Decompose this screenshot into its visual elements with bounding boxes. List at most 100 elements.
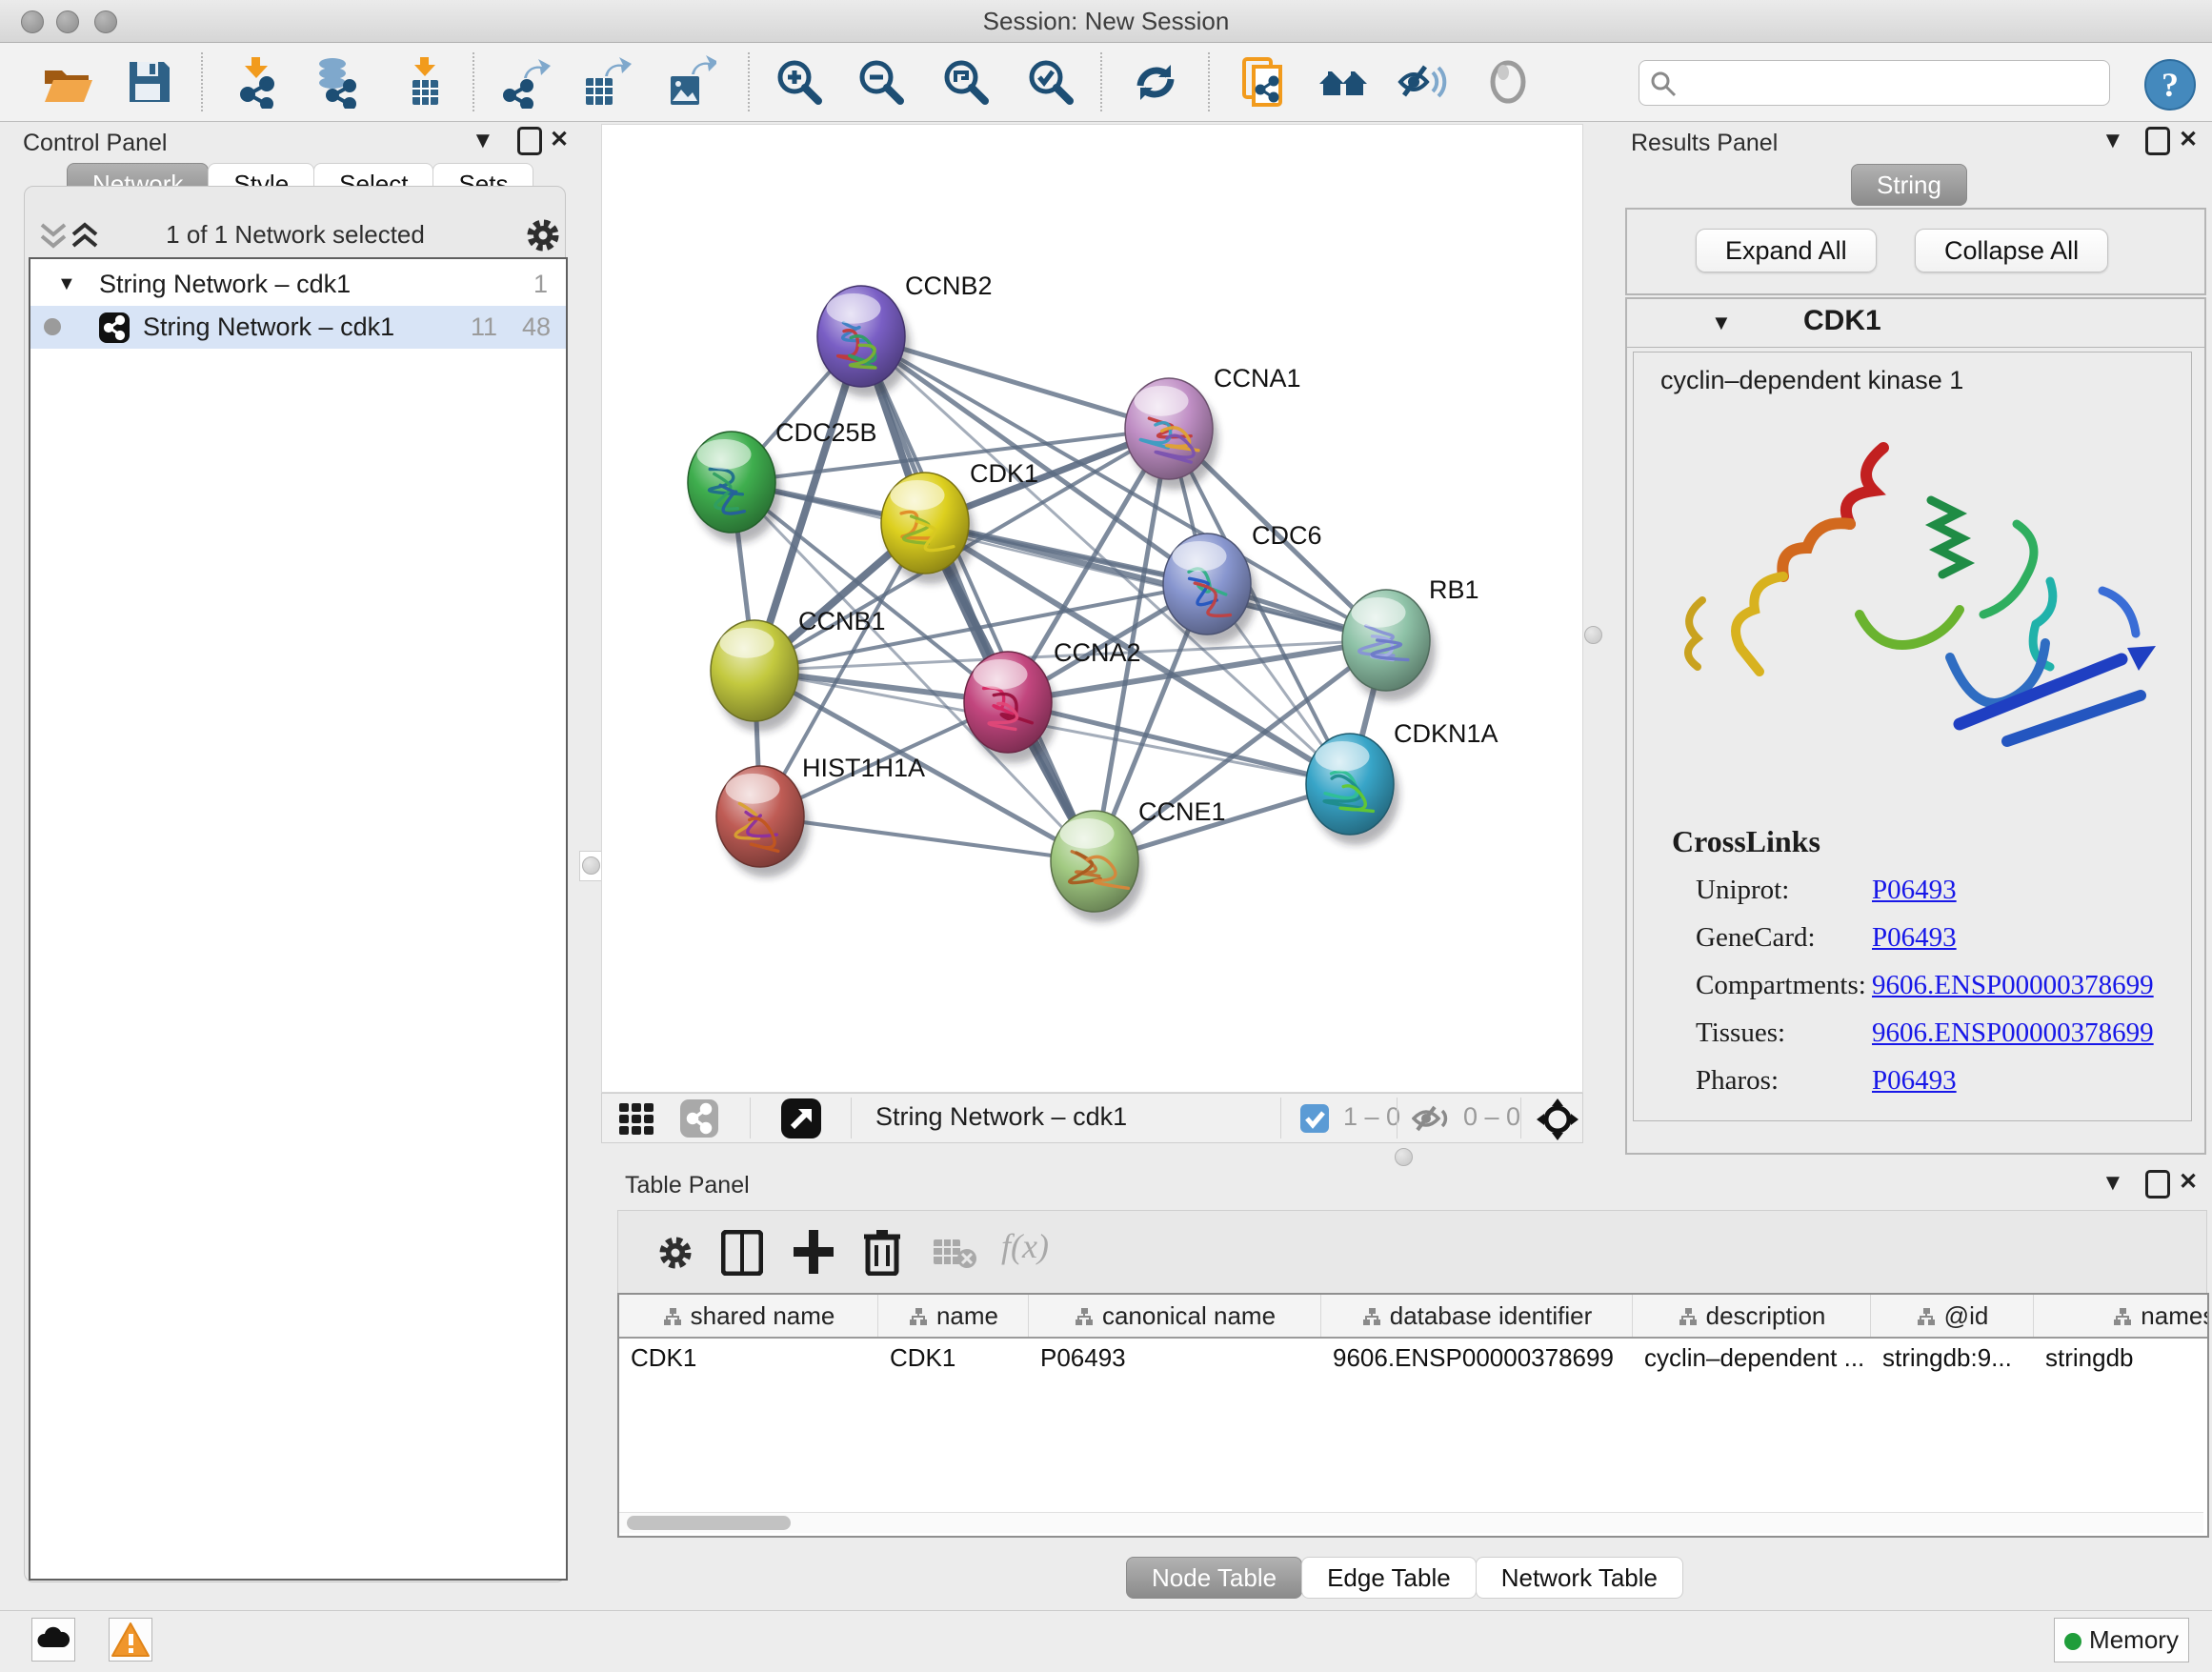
import-network-icon[interactable] <box>231 55 284 109</box>
column-header-description[interactable]: description <box>1633 1295 1871 1337</box>
table-cell[interactable]: cyclin–dependent ... <box>1633 1339 1871 1377</box>
tab-edge-table[interactable]: Edge Table <box>1301 1557 1477 1599</box>
table-cell[interactable]: CDK1 <box>619 1339 878 1377</box>
section-expander-icon[interactable]: ▼ <box>1711 311 1732 335</box>
delete-column-icon[interactable] <box>862 1228 902 1276</box>
zoom-fit-icon[interactable] <box>938 55 992 109</box>
warnings-button[interactable] <box>109 1618 152 1662</box>
expand-all-button[interactable]: Expand All <box>1696 229 1877 272</box>
birdseye-crosshair-icon[interactable] <box>1536 1098 1579 1141</box>
table-cell[interactable]: stringdb <box>2034 1339 2209 1377</box>
edge-CCNB2-CCNE1[interactable] <box>861 336 1095 861</box>
node-HIST1H1A[interactable] <box>716 766 810 877</box>
zoom-selected-icon[interactable] <box>1023 55 1076 109</box>
table-cell[interactable]: P06493 <box>1029 1339 1321 1377</box>
crosslink-link[interactable]: 9606.ENSP00000378699 <box>1872 970 2154 1001</box>
results-section-box: ▼ CDK1 cyclin–dependent kinase 1 <box>1625 297 2206 1155</box>
collapse-all-button[interactable]: Collapse All <box>1915 229 2108 272</box>
node-label-CCNB2: CCNB2 <box>905 272 993 300</box>
zoom-out-icon[interactable] <box>854 55 907 109</box>
tab-network-table[interactable]: Network Table <box>1476 1557 1683 1599</box>
gene-section-header[interactable]: ▼ CDK1 <box>1627 299 2204 348</box>
close-panel-icon[interactable]: ✕ <box>2179 126 2198 153</box>
network-list: ▼ String Network – cdk1 1 String Network… <box>29 257 568 1581</box>
refresh-icon[interactable] <box>1129 55 1182 109</box>
network-row-selected[interactable]: String Network – cdk1 11 48 <box>30 306 566 349</box>
node-CDC25B[interactable] <box>688 432 781 543</box>
node-CCNE1[interactable] <box>1051 811 1144 922</box>
hidden-eye-icon[interactable] <box>1412 1103 1452 1134</box>
float-panel-icon[interactable]: ▼ <box>2101 128 2124 154</box>
add-column-icon[interactable] <box>792 1228 835 1276</box>
network-collection-row[interactable]: ▼ String Network – cdk1 1 <box>30 263 566 306</box>
zoom-in-icon[interactable] <box>772 55 825 109</box>
crosslink-link[interactable]: P06493 <box>1872 875 1957 906</box>
float-panel-icon[interactable]: ▼ <box>472 128 494 154</box>
open-session-icon[interactable] <box>40 55 93 109</box>
table-hscrollbar[interactable] <box>619 1512 2203 1533</box>
hide-unhide-icon[interactable] <box>1397 55 1450 109</box>
import-table-icon[interactable] <box>398 55 452 109</box>
crosslink-link[interactable]: 9606.ENSP00000378699 <box>1872 1017 2154 1049</box>
selected-checkbox-icon[interactable] <box>1300 1104 1329 1133</box>
table-cell[interactable]: 9606.ENSP00000378699 <box>1321 1339 1633 1377</box>
expand-all-icon[interactable] <box>70 219 108 253</box>
help-icon[interactable]: ? <box>2143 58 2197 111</box>
close-panel-icon[interactable]: ✕ <box>2179 1168 2198 1196</box>
node-table[interactable]: shared namenamecanonical namedatabase id… <box>617 1293 2209 1538</box>
cloud-button[interactable] <box>31 1618 75 1662</box>
network-overview-icon[interactable] <box>680 1099 718 1138</box>
node-CCNA2[interactable] <box>964 652 1057 763</box>
gene-details: cyclin–dependent kinase 1 <box>1633 352 2192 1121</box>
edge-HIST1H1A-CCNE1[interactable] <box>760 816 1095 861</box>
crosslink-link[interactable]: P06493 <box>1872 922 1957 954</box>
maximize-panel-icon[interactable] <box>517 127 542 155</box>
close-panel-icon[interactable]: ✕ <box>550 126 569 153</box>
node-RB1[interactable] <box>1342 590 1436 701</box>
node-count: 11 <box>471 306 497 349</box>
export-table-icon[interactable] <box>578 55 632 109</box>
export-network-icon[interactable] <box>497 55 551 109</box>
column-header-database-identifier[interactable]: database identifier <box>1321 1295 1633 1337</box>
detach-view-icon[interactable] <box>781 1098 821 1138</box>
panel-splitter-handle[interactable] <box>579 851 602 881</box>
node-CCNA1[interactable] <box>1125 378 1218 490</box>
grid-view-icon[interactable] <box>619 1101 657 1138</box>
gear-icon[interactable] <box>522 214 564 256</box>
save-session-icon[interactable] <box>123 55 176 109</box>
network-canvas[interactable]: CCNB2CCNA1CDC25BCDK1CDC6RB1CCNB1CCNA2CDK… <box>601 124 1583 1093</box>
column-header-name[interactable]: name <box>878 1295 1029 1337</box>
home-icon[interactable] <box>1317 55 1371 109</box>
maximize-panel-icon[interactable] <box>2145 1170 2170 1199</box>
column-header--id[interactable]: @id <box>1871 1295 2034 1337</box>
show-columns-icon[interactable] <box>721 1230 763 1276</box>
search-input[interactable] <box>1683 65 2097 99</box>
table-cell[interactable]: stringdb:9... <box>1871 1339 2034 1377</box>
preview-eye-icon[interactable] <box>1481 55 1535 109</box>
right-splitter-handle[interactable] <box>1584 626 1602 644</box>
gear-icon[interactable] <box>654 1232 696 1274</box>
node-label-HIST1H1A: HIST1H1A <box>802 754 925 782</box>
node-CDKN1A[interactable] <box>1306 734 1399 845</box>
column-header-shared-name[interactable]: shared name <box>619 1295 878 1337</box>
selected-counts: 1 – 0 <box>1343 1102 1400 1132</box>
control-panel-title: Control Panel <box>23 130 167 157</box>
node-CCNB2[interactable] <box>817 286 911 397</box>
maximize-panel-icon[interactable] <box>2145 127 2170 155</box>
copy-document-icon[interactable] <box>1238 55 1292 109</box>
tab-node-table[interactable]: Node Table <box>1126 1557 1302 1599</box>
column-header-canonical-name[interactable]: canonical name <box>1029 1295 1321 1337</box>
table-cell[interactable]: CDK1 <box>878 1339 1029 1377</box>
results-tab-string[interactable]: String <box>1851 164 1966 206</box>
node-CDC6[interactable] <box>1163 534 1257 645</box>
export-image-icon[interactable] <box>663 55 716 109</box>
tree-expander-icon[interactable]: ▼ <box>57 263 76 306</box>
column-header-namespace[interactable]: namespace <box>2034 1295 2209 1337</box>
crosslink-link[interactable]: P06493 <box>1872 1065 1957 1097</box>
memory-button[interactable]: Memory <box>2054 1618 2189 1662</box>
import-database-icon[interactable] <box>311 55 364 109</box>
search-field[interactable] <box>1639 60 2110 106</box>
node-CDK1[interactable] <box>881 473 975 584</box>
float-panel-icon[interactable]: ▼ <box>2101 1170 2124 1197</box>
horizontal-splitter-handle[interactable] <box>1395 1148 1413 1166</box>
